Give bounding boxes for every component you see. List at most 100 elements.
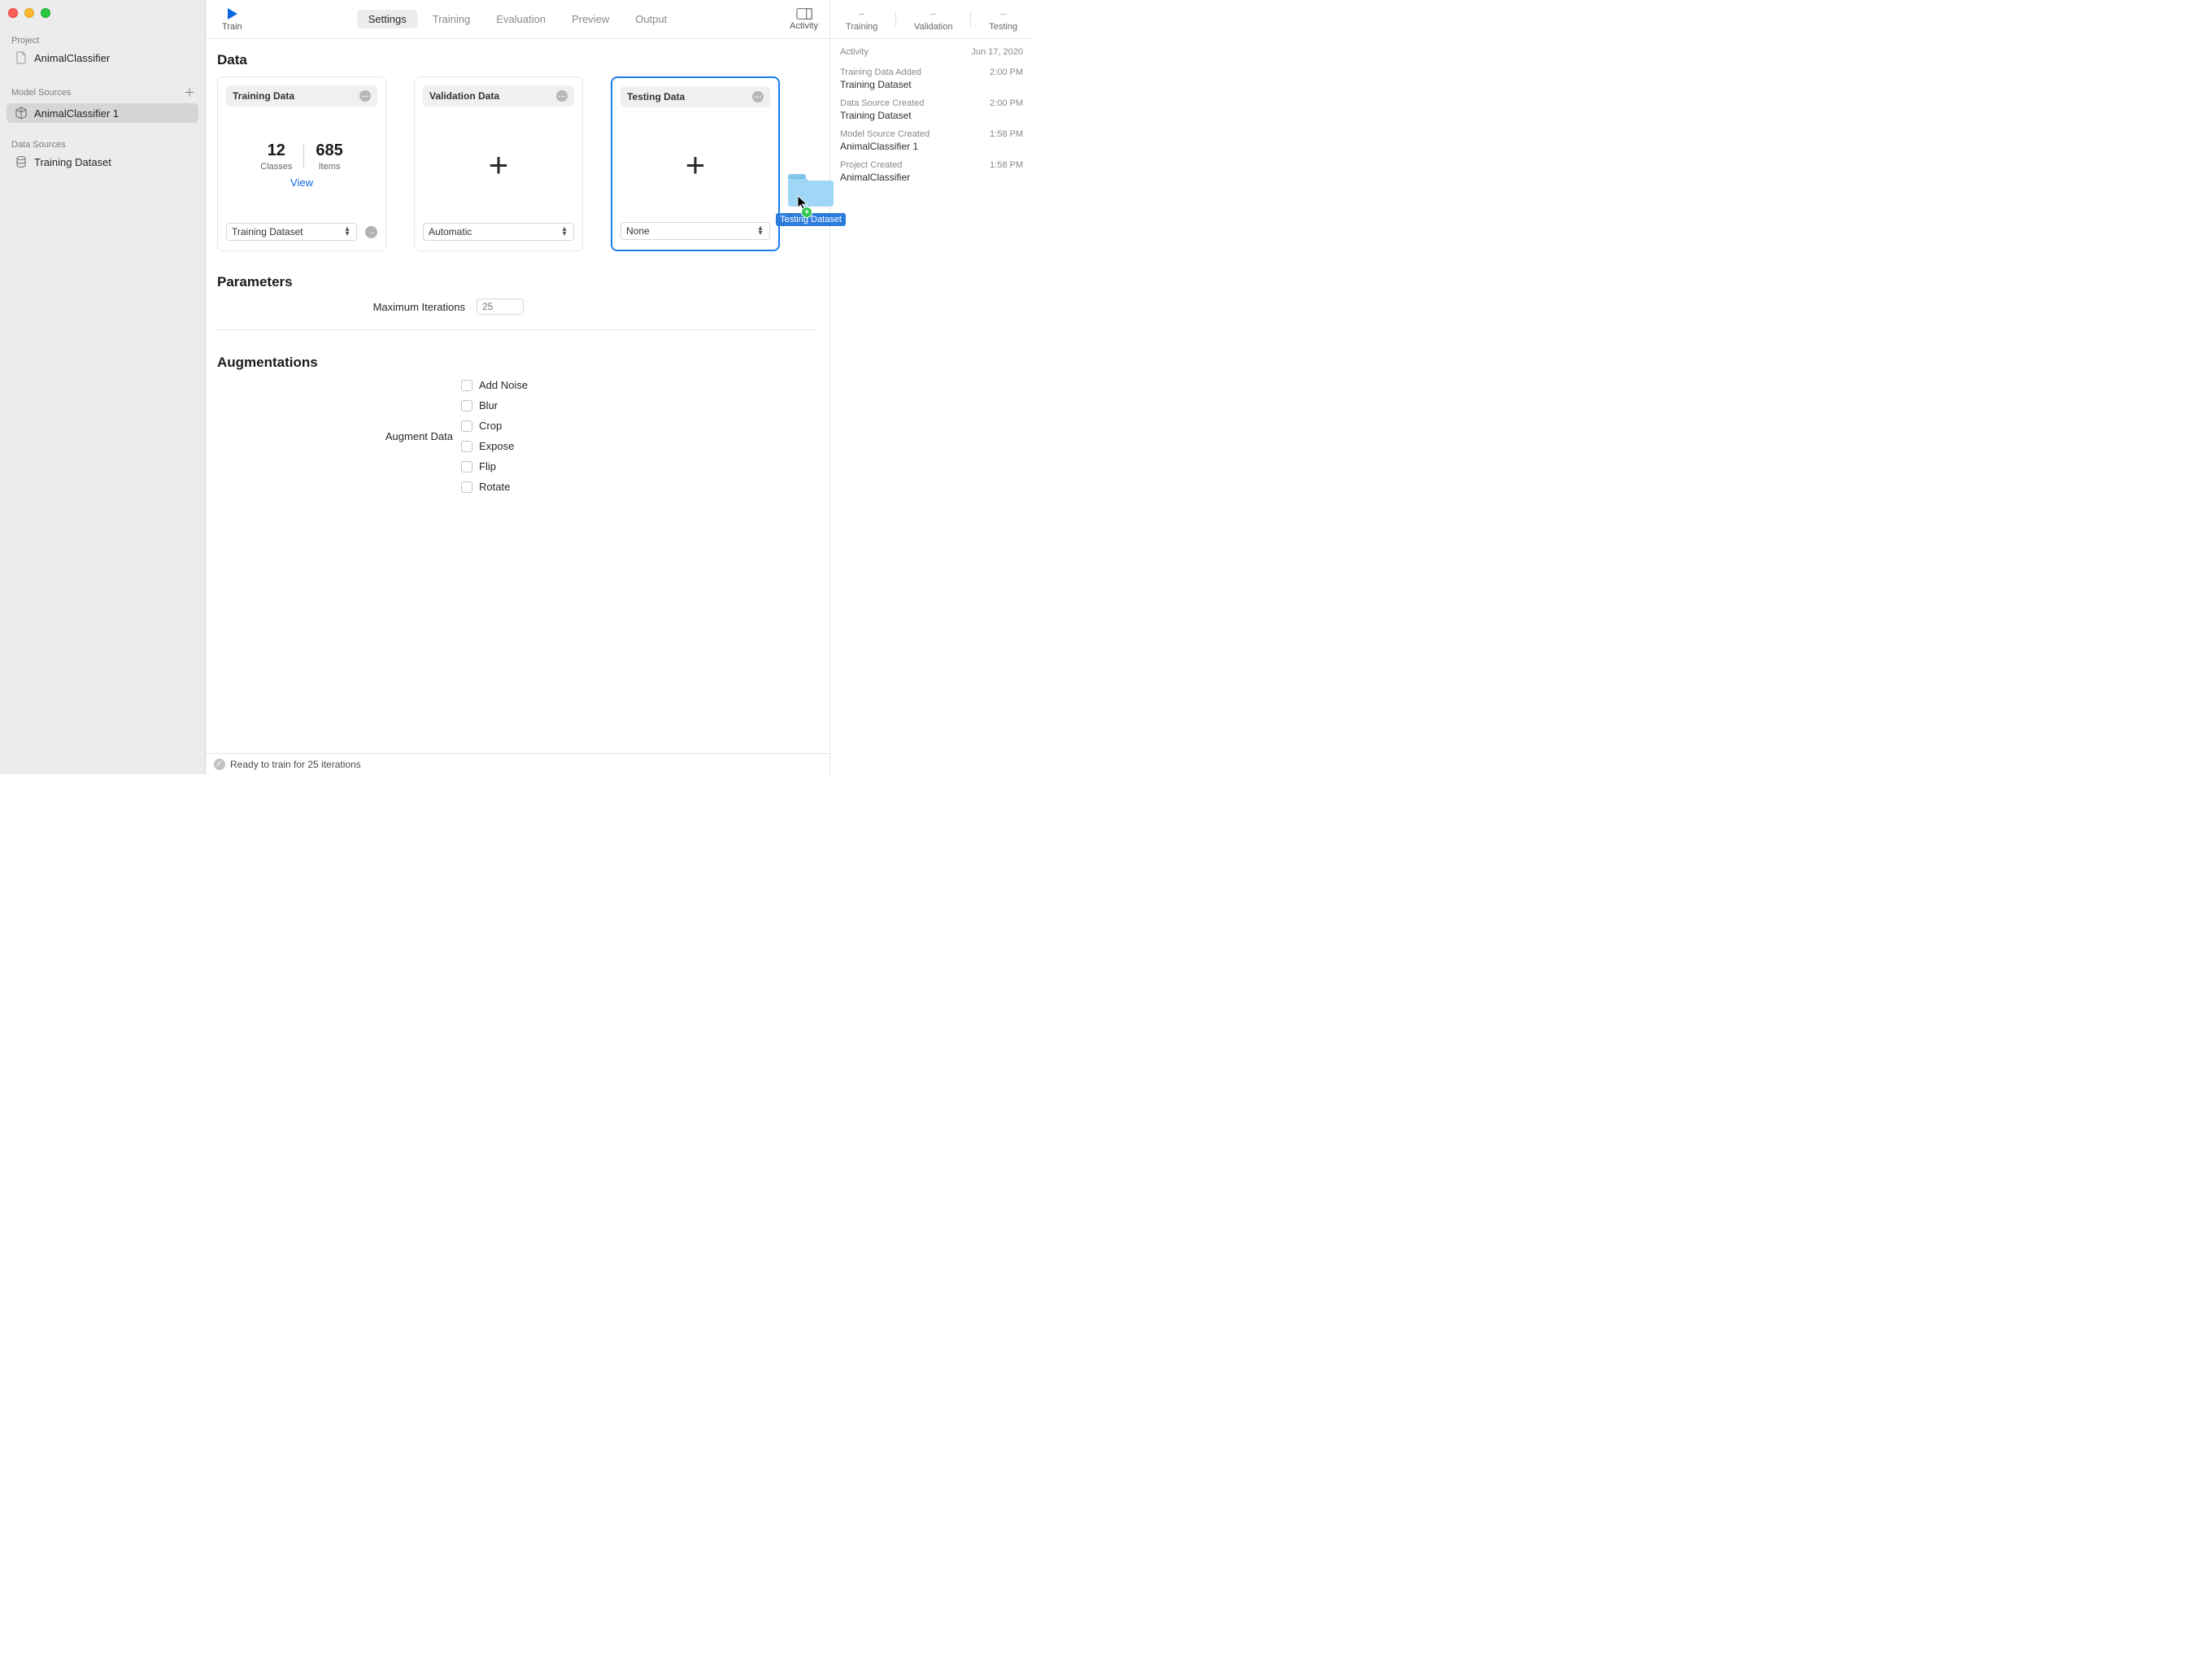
training-view-link[interactable]: View [290, 176, 313, 189]
updown-icon: ▴▾ [756, 226, 764, 236]
training-data-select[interactable]: Training Dataset ▴▾ [226, 223, 357, 241]
status-check-icon: ✓ [214, 759, 225, 770]
training-classes-label: Classes [260, 162, 292, 172]
testing-data-select[interactable]: None ▴▾ [620, 222, 770, 240]
tab-settings[interactable]: Settings [357, 10, 418, 28]
activity-list: Training Data Added2:00 PM Training Data… [830, 62, 1033, 189]
toolbar: Train Settings Training Evaluation Previ… [206, 0, 830, 39]
augment-data-label: Augment Data [217, 430, 461, 442]
train-button[interactable]: Train [222, 7, 242, 32]
testing-card-options-icon[interactable]: ⋯ [752, 91, 764, 102]
max-iterations-label: Maximum Iterations [359, 301, 465, 313]
training-card-options-icon[interactable]: ⋯ [359, 90, 371, 102]
activity-item: Project Created1:58 PM AnimalClassifier [840, 156, 1023, 187]
validation-drop-area[interactable]: + [423, 107, 574, 223]
sidebar-item-data-source[interactable]: Training Dataset [7, 152, 198, 172]
metric-separator [970, 12, 971, 27]
checkbox-flip[interactable] [461, 461, 472, 472]
validation-select-value: Automatic [429, 226, 472, 237]
maximize-window-button[interactable] [41, 8, 50, 18]
metric-testing: – Testing [989, 7, 1017, 32]
training-card-header: Training Data ⋯ [226, 85, 377, 107]
activity-item: Model Source Created 1:58 PM AnimalClassi… [840, 125, 1023, 156]
metric-validation-value: – [930, 7, 936, 20]
add-model-source-button[interactable]: ＋ [184, 85, 195, 101]
activity-item-time: 1:58 PM [990, 160, 1023, 170]
metric-training-value: – [859, 7, 864, 20]
metric-training-label: Training [846, 22, 877, 32]
activity-header: Activity Jun 17, 2020 [830, 39, 1033, 62]
checkbox-add-noise[interactable] [461, 380, 472, 391]
main-pane: Train Settings Training Evaluation Previ… [205, 0, 830, 774]
activity-toggle-button[interactable]: Activity [790, 7, 818, 31]
validation-data-select[interactable]: Automatic ▴▾ [423, 223, 574, 241]
plus-icon: + [489, 146, 509, 185]
aug-add-noise-label: Add Noise [479, 379, 528, 391]
testing-card-header: Testing Data ⋯ [620, 86, 770, 107]
tab-preview[interactable]: Preview [560, 10, 620, 28]
augmentations-section-title: Augmentations [217, 355, 818, 371]
checkbox-crop[interactable] [461, 420, 472, 432]
metric-testing-label: Testing [989, 22, 1017, 32]
updown-icon: ▴▾ [560, 227, 568, 237]
tab-evaluation[interactable]: Evaluation [485, 10, 557, 28]
checkbox-rotate[interactable] [461, 481, 472, 493]
database-icon [15, 155, 28, 168]
activity-item: Data Source Created 2:00 PM Training Data… [840, 94, 1023, 125]
aug-flip-label: Flip [479, 460, 496, 472]
metric-validation-label: Validation [914, 22, 953, 32]
status-text: Ready to train for 25 iterations [230, 759, 361, 770]
section-divider [217, 329, 818, 330]
activity-item: Training Data Added2:00 PM Training Data… [840, 63, 1023, 94]
data-section-title: Data [217, 52, 818, 68]
testing-drop-area[interactable]: + [620, 107, 770, 222]
activity-toggle-label: Activity [790, 21, 818, 31]
testing-select-value: None [626, 225, 650, 237]
sidebar-data-source-label: Training Dataset [34, 156, 111, 168]
sidebar-header-project-label: Project [11, 36, 39, 46]
activity-item-title: Data Source Created [840, 98, 924, 108]
activity-item-time: 1:58 PM [990, 129, 1023, 139]
plus-icon: + [686, 146, 706, 185]
updown-icon: ▴▾ [343, 227, 351, 237]
augment-options: Add Noise Blur Crop Expose Flip Rotate [461, 379, 528, 493]
checkbox-expose[interactable] [461, 441, 472, 452]
checkbox-blur[interactable] [461, 400, 472, 411]
sidebar-header-data-sources: Data Sources [0, 135, 205, 151]
aug-blur-label: Blur [479, 399, 498, 411]
metric-validation: – Validation [914, 7, 953, 32]
validation-card-title: Validation Data [429, 90, 499, 102]
minimize-window-button[interactable] [24, 8, 34, 18]
sidebar-item-project[interactable]: AnimalClassifier [7, 48, 198, 67]
training-items-value: 685 [316, 142, 342, 160]
aug-crop-label: Crop [479, 420, 502, 432]
activity-item-detail: AnimalClassifier 1 [840, 141, 1023, 152]
activity-item-title: Model Source Created [840, 129, 930, 139]
sidebar-item-model-source[interactable]: AnimalClassifier 1 [7, 103, 198, 123]
sidebar-header-data-label: Data Sources [11, 140, 66, 150]
validation-data-card: Validation Data ⋯ + Automatic ▴▾ [414, 76, 583, 251]
sidebar-header-project: Project [0, 31, 205, 47]
aug-expose-label: Expose [479, 440, 514, 452]
aug-rotate-label: Rotate [479, 481, 510, 493]
training-data-card: Training Data ⋯ 12 Classes [217, 76, 386, 251]
tab-training[interactable]: Training [421, 10, 481, 28]
parameters-section-title: Parameters [217, 274, 818, 290]
activity-item-time: 2:00 PM [990, 98, 1023, 108]
tab-output[interactable]: Output [624, 10, 678, 28]
max-iterations-input[interactable] [477, 298, 524, 315]
go-to-training-data-icon[interactable]: → [365, 226, 377, 238]
status-bar: ✓ Ready to train for 25 iterations [206, 753, 830, 774]
activity-item-detail: Training Dataset [840, 110, 1023, 121]
activity-item-detail: Training Dataset [840, 79, 1023, 90]
training-select-value: Training Dataset [232, 226, 303, 237]
sidebar-project-label: AnimalClassifier [34, 52, 110, 64]
activity-metrics-row: – Training – Validation – Testing [830, 0, 1033, 39]
validation-card-options-icon[interactable]: ⋯ [556, 90, 568, 102]
cube-icon [15, 107, 28, 120]
activity-item-title: Project Created [840, 160, 902, 170]
activity-item-time: 2:00 PM [990, 67, 1023, 77]
close-window-button[interactable] [8, 8, 18, 18]
testing-data-card: Testing Data ⋯ + None ▴▾ [611, 76, 780, 251]
toolbar-tabs: Settings Training Evaluation Preview Out… [357, 10, 678, 28]
